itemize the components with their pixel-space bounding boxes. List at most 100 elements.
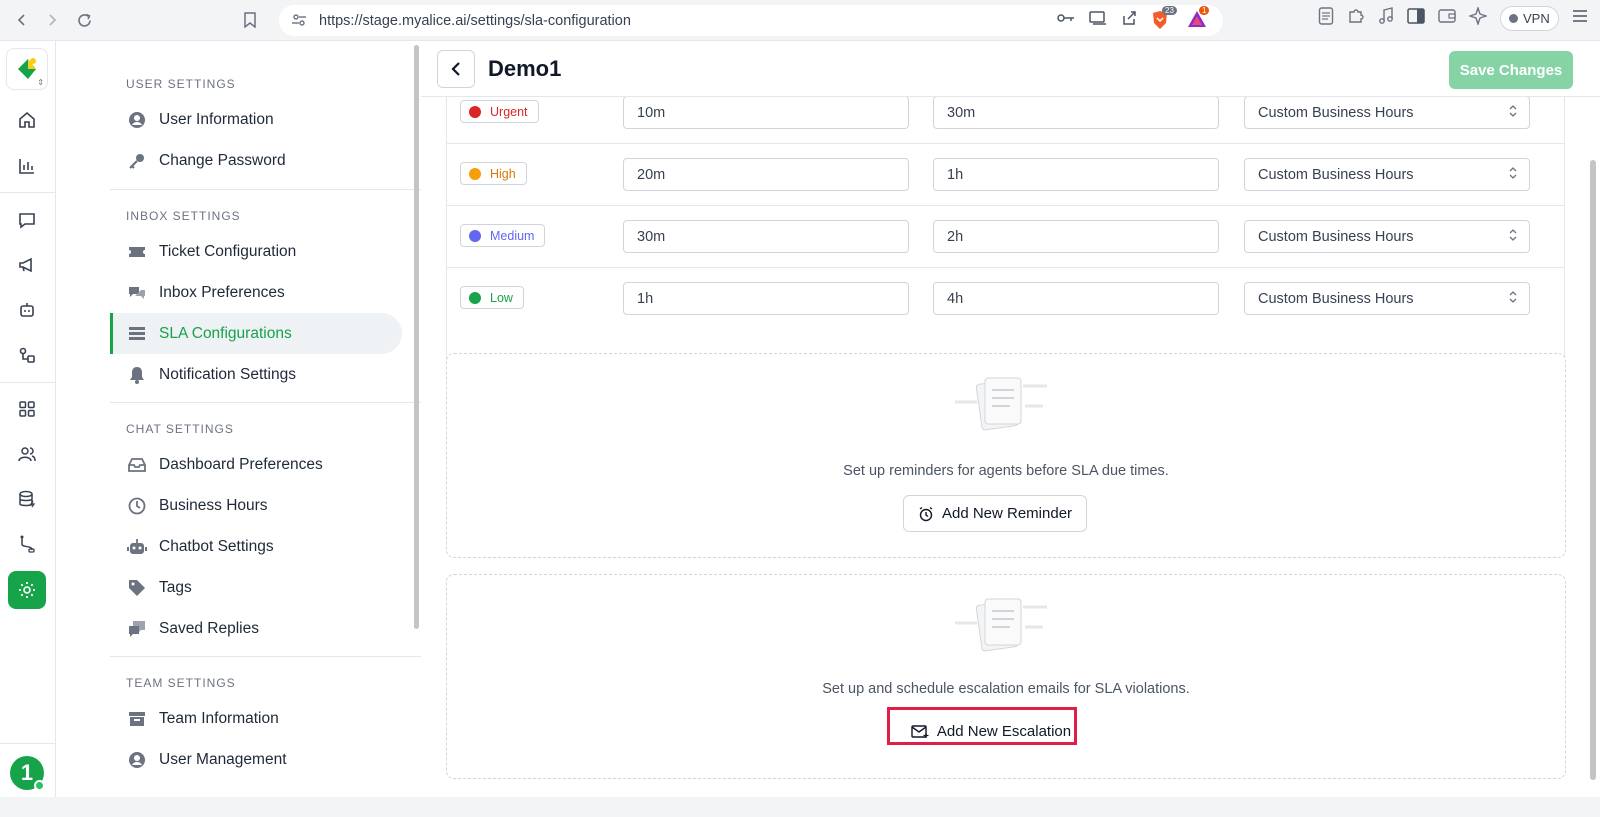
sidebar-scrollbar[interactable] [414, 45, 419, 629]
rail-inbox[interactable] [8, 201, 46, 239]
workspace-logo[interactable]: ⇕ [6, 48, 48, 90]
vpn-button[interactable]: VPN [1500, 6, 1559, 31]
priority-label: Medium [490, 228, 535, 243]
first-response-value: 10m [637, 104, 666, 121]
cast-icon[interactable] [1089, 11, 1107, 29]
rail-divider [0, 743, 56, 744]
inbox-icon [127, 455, 147, 475]
rail-integrations[interactable] [8, 336, 46, 374]
page-title: Demo1 [488, 56, 562, 81]
back-button[interactable] [437, 50, 475, 88]
chevron-left-icon [451, 62, 460, 76]
rail-apps[interactable] [8, 390, 46, 428]
sidebar-item-chatbot-settings[interactable]: Chatbot Settings [110, 526, 402, 567]
sidebar-item-notification-settings[interactable]: Notification Settings [110, 354, 402, 395]
sidebar-item-saved-replies[interactable]: Saved Replies [110, 608, 402, 649]
reader-icon[interactable] [1318, 7, 1334, 30]
rail-divider [0, 192, 56, 193]
myalice-logo-icon [18, 58, 36, 79]
sidebar-item-label: Tags [159, 578, 192, 596]
sidebar-item-ticket-configuration[interactable]: Ticket Configuration [110, 231, 402, 272]
user-avatar[interactable]: 1 [10, 756, 45, 791]
sidebar-item-business-hours[interactable]: Business Hours [110, 485, 402, 526]
business-hours-select[interactable]: Custom Business Hours [1244, 158, 1530, 191]
select-chevron-icon [1509, 291, 1517, 307]
bookmark-icon[interactable] [234, 4, 266, 36]
brave-count-badge: 23 [1162, 6, 1177, 15]
sidebar-item-label: Team Information [159, 709, 279, 727]
music-note-icon[interactable] [1378, 7, 1394, 30]
rail-customers[interactable] [8, 435, 46, 473]
priority-badge: Urgent [460, 100, 539, 123]
rail-workflows[interactable] [8, 525, 46, 563]
priority-dot [469, 167, 481, 180]
site-settings-icon[interactable] [291, 12, 307, 32]
rail-home[interactable] [8, 101, 46, 139]
share-icon[interactable] [1121, 10, 1137, 30]
leo-ai-icon[interactable] [1467, 5, 1489, 30]
resolution-value: 1h [947, 166, 964, 183]
first-response-input[interactable]: 20m [623, 158, 909, 191]
business-hours-value: Custom Business Hours [1258, 228, 1414, 245]
first-response-value: 30m [637, 228, 666, 245]
rewards-triangle-icon[interactable]: 1 [1187, 6, 1210, 30]
resolution-input[interactable]: 1h [933, 158, 1219, 191]
priority-badge: Low [460, 286, 524, 309]
sla-priority-table: Urgent 10m 30m Custom Business Hours Hig… [446, 81, 1565, 376]
address-bar[interactable]: https://stage.myalice.ai/settings/sla-co… [279, 5, 1223, 36]
rail-automation[interactable] [8, 291, 46, 329]
sidebar-item-tags[interactable]: Tags [110, 567, 402, 608]
resolution-input[interactable]: 2h [933, 220, 1219, 253]
save-changes-button[interactable]: Save Changes [1449, 51, 1573, 89]
business-hours-select[interactable]: Custom Business Hours [1244, 96, 1530, 129]
sidebar-item-user-management[interactable]: User Management [110, 739, 402, 780]
browser-toolbar: https://stage.myalice.ai/settings/sla-co… [0, 0, 1600, 41]
resolution-value: 30m [947, 104, 976, 121]
window-bottom-edge [0, 797, 1600, 817]
vpn-status-icon [1509, 14, 1518, 23]
first-response-input[interactable]: 10m [623, 96, 909, 129]
business-hours-select[interactable]: Custom Business Hours [1244, 220, 1530, 253]
extensions-puzzle-icon[interactable] [1347, 7, 1365, 30]
sidebar-item-label: Notification Settings [159, 365, 296, 383]
menu-hamburger-icon[interactable] [1572, 9, 1588, 28]
main-scrollbar[interactable] [1590, 160, 1596, 780]
sidebar-item-sla-configurations[interactable]: SLA Configurations [110, 313, 402, 354]
resolution-input[interactable]: 30m [933, 96, 1219, 129]
reply-icon [127, 619, 147, 639]
add-new-reminder-button[interactable]: Add New Reminder [903, 495, 1087, 532]
key-icon[interactable] [1057, 12, 1075, 28]
first-response-input[interactable]: 30m [623, 220, 909, 253]
robot-icon [127, 537, 147, 557]
sidebar-item-inbox-preferences[interactable]: Inbox Preferences [110, 272, 402, 313]
priority-label: Urgent [490, 104, 528, 119]
bell-icon [127, 365, 147, 385]
business-hours-select[interactable]: Custom Business Hours [1244, 282, 1530, 315]
wallet-icon[interactable] [1438, 8, 1456, 29]
sidebar-item-dashboard-preferences[interactable]: Dashboard Preferences [110, 444, 402, 485]
vpn-label: VPN [1523, 11, 1550, 26]
rail-broadcast[interactable] [8, 246, 46, 284]
resolution-input[interactable]: 4h [933, 282, 1219, 315]
bar-chart-icon [19, 159, 34, 174]
priority-row-high: High 20m 1h Custom Business Hours [447, 144, 1564, 206]
sidebar-item-change-password[interactable]: Change Password [110, 140, 402, 181]
back-arrow-icon[interactable] [6, 4, 38, 36]
forward-arrow-icon[interactable] [36, 4, 68, 36]
database-icon [19, 490, 36, 508]
sidebar-toggle-icon[interactable] [1407, 8, 1425, 29]
rail-settings[interactable] [8, 571, 46, 609]
rail-analytics[interactable] [8, 147, 46, 185]
section-divider [110, 656, 455, 657]
reminder-description: Set up reminders for agents before SLA d… [843, 463, 1169, 479]
resolution-value: 2h [947, 228, 964, 245]
rail-data[interactable] [8, 480, 46, 518]
add-new-escalation-button[interactable]: Add New Escalation [898, 713, 1084, 750]
first-response-input[interactable]: 1h [623, 282, 909, 315]
user-circle-icon [127, 750, 147, 770]
workspace-switch-chevron-icon: ⇕ [37, 78, 44, 87]
sidebar-item-team-information[interactable]: Team Information [110, 698, 402, 739]
reload-icon[interactable] [68, 4, 100, 36]
brave-shield-icon[interactable]: 23 [1151, 6, 1177, 30]
sidebar-item-user-information[interactable]: User Information [110, 99, 402, 140]
